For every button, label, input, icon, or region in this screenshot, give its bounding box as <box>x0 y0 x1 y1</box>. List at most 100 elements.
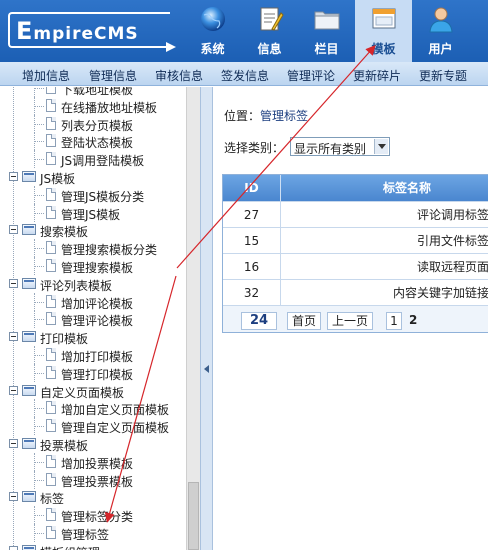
tree-folder[interactable]: JS模板 <box>0 168 186 186</box>
table-row[interactable]: 16 读取远程页面 <box>223 253 488 280</box>
tree-folder[interactable]: 打印模板 <box>0 328 186 346</box>
tree-item[interactable]: 在线播放地址模板 <box>0 97 186 115</box>
folder-icon <box>314 11 340 30</box>
chevron-down-icon[interactable] <box>374 139 388 154</box>
document-icon <box>46 365 56 379</box>
globe-icon <box>201 7 225 31</box>
tree-item[interactable]: 管理自定义页面模板 <box>0 417 186 435</box>
notepad-icon <box>260 7 284 31</box>
main-nav: 系统 信息 栏目 模板 用户 <box>184 0 469 62</box>
tree-item[interactable]: 管理JS模板 <box>0 204 186 222</box>
tree-folder[interactable]: 标签 <box>0 488 186 506</box>
submenu-add-info[interactable]: 增加信息 <box>22 67 70 84</box>
top-header: EmpireCMS 系统 信息 栏目 模板 用户 <box>0 0 488 62</box>
tree-item[interactable]: 管理评论模板 <box>0 310 186 328</box>
document-icon <box>46 98 56 112</box>
submenu-update-fragments[interactable]: 更新碎片 <box>353 67 401 84</box>
document-icon <box>46 294 56 308</box>
submenu-update-topics[interactable]: 更新专题 <box>419 67 467 84</box>
tree-item[interactable]: 增加打印模板 <box>0 346 186 364</box>
tree-item[interactable]: 列表分页模板 <box>0 115 186 133</box>
document-icon <box>46 508 56 522</box>
document-icon <box>46 526 56 539</box>
window-icon <box>372 8 396 29</box>
first-page-button[interactable]: 首页 <box>287 312 321 330</box>
folder-icon <box>22 331 36 343</box>
collapse-icon[interactable] <box>9 172 18 181</box>
panel-splitter[interactable] <box>200 87 213 550</box>
nav-column[interactable]: 栏目 <box>298 0 355 62</box>
collapse-arrow-icon[interactable] <box>204 365 209 373</box>
main-content: 位置：管理标签 选择类别： 显示所有类别 ID 标签名称 27 评论调用标签 1… <box>214 87 488 550</box>
tree-folder[interactable]: 投票模板 <box>0 435 186 453</box>
template-tree: 下载地址模板 在线播放地址模板 列表分页模板 登陆状态模板 JS调用登陆模板 JS模板 管理… <box>0 87 186 550</box>
total-count: 24 <box>241 312 277 330</box>
collapse-icon[interactable] <box>9 385 18 395</box>
tree-item[interactable]: 管理搜索模板 <box>0 257 186 275</box>
tree-folder[interactable]: 自定义页面模板 <box>0 382 186 400</box>
tags-table: ID 标签名称 27 评论调用标签 15 引用文件标签 16 读取远程页面 32… <box>222 174 488 333</box>
tree-item[interactable]: 管理搜索模板分类 <box>0 239 186 257</box>
collapse-icon[interactable] <box>9 332 18 342</box>
tree-item[interactable]: 增加投票模板 <box>0 453 186 471</box>
submenu-manage-info[interactable]: 管理信息 <box>89 67 137 84</box>
user-icon <box>429 7 453 33</box>
tree-folder[interactable]: 评论列表模板 <box>0 275 186 293</box>
submenu-sign-info[interactable]: 签发信息 <box>221 67 269 84</box>
tree-folder[interactable]: 搜索模板 <box>0 221 186 239</box>
submenu-review-info[interactable]: 审核信息 <box>155 67 203 84</box>
folder-icon <box>22 491 36 503</box>
collapse-icon[interactable] <box>9 278 18 288</box>
column-header-id[interactable]: ID <box>223 175 281 201</box>
document-icon <box>46 419 56 433</box>
category-filter-label: 选择类别： <box>224 141 285 155</box>
document-icon <box>46 116 56 130</box>
folder-icon <box>22 224 36 236</box>
document-icon <box>46 87 56 94</box>
nav-template[interactable]: 模板 <box>355 0 412 62</box>
folder-icon <box>22 171 36 182</box>
table-row[interactable]: 15 引用文件标签 <box>223 227 488 254</box>
breadcrumb-link-manage-tags[interactable]: 管理标签 <box>260 109 308 123</box>
collapse-icon[interactable] <box>9 545 18 550</box>
document-icon <box>46 401 56 415</box>
table-row[interactable]: 32 内容关键字加链接 <box>223 279 488 306</box>
sub-menu-bar: 增加信息 管理信息 审核信息 签发信息 管理评论 更新碎片 更新专题 <box>0 62 488 86</box>
tree-folder[interactable]: 模板组管理 <box>0 542 186 550</box>
document-icon <box>46 205 56 219</box>
tree-item[interactable]: JS调用登陆模板 <box>0 150 186 168</box>
tree-item[interactable]: 增加评论模板 <box>0 293 186 311</box>
table-row[interactable]: 27 评论调用标签 <box>223 201 488 228</box>
folder-icon <box>22 277 36 289</box>
nav-system[interactable]: 系统 <box>184 0 241 62</box>
tree-item[interactable]: 管理标签分类 <box>0 506 186 524</box>
tree-item[interactable]: 登陆状态模板 <box>0 132 186 150</box>
submenu-manage-comments[interactable]: 管理评论 <box>287 67 335 84</box>
document-icon <box>46 312 56 326</box>
current-page: 1 <box>386 312 402 330</box>
collapse-icon[interactable] <box>9 492 18 502</box>
document-icon <box>46 348 56 361</box>
table-header: ID 标签名称 <box>223 175 488 201</box>
document-icon <box>46 472 56 486</box>
tree-item[interactable]: 管理投票模板 <box>0 471 186 489</box>
collapse-icon[interactable] <box>9 439 18 448</box>
tree-item[interactable]: 管理JS模板分类 <box>0 186 186 204</box>
tree-item[interactable]: 下载地址模板 <box>0 87 186 97</box>
page-link-2[interactable]: 2 <box>409 313 417 327</box>
column-header-tag-name[interactable]: 标签名称 <box>281 175 488 201</box>
prev-page-button[interactable]: 上一页 <box>327 312 373 330</box>
tree-scrollbar-thumb[interactable] <box>188 482 199 550</box>
tree-item[interactable]: 管理标签 <box>0 524 186 542</box>
document-icon <box>46 134 56 148</box>
category-select[interactable]: 显示所有类别 <box>290 137 390 156</box>
tree-scrollbar[interactable] <box>186 87 200 550</box>
tree-item[interactable]: 增加自定义页面模板 <box>0 399 186 417</box>
collapse-icon[interactable] <box>9 225 18 235</box>
nav-user[interactable]: 用户 <box>412 0 469 62</box>
nav-info[interactable]: 信息 <box>241 0 298 62</box>
folder-icon <box>22 438 36 449</box>
tree-item[interactable]: 管理打印模板 <box>0 364 186 382</box>
document-icon <box>46 241 56 255</box>
document-icon <box>46 152 56 166</box>
